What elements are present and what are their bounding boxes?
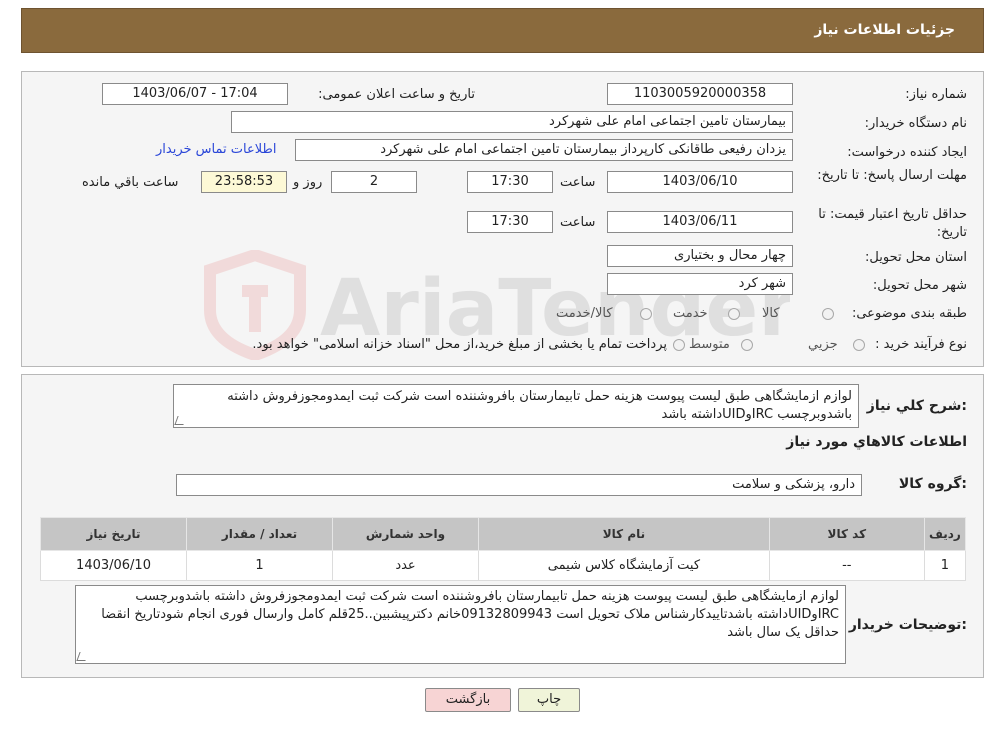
category-option-goods-service: کالا/خدمت	[556, 306, 613, 321]
resize-handle-icon[interactable]	[174, 416, 187, 425]
cell-unit: عدد	[332, 550, 479, 581]
page-header: جزئیات اطلاعات نیاز	[21, 8, 984, 53]
province-label: استان محل تحویل:	[865, 250, 967, 265]
remaining-time-field: 23:58:53	[201, 171, 287, 193]
days-field: 2	[331, 171, 417, 193]
process-label: نوع فرآیند خرید :	[875, 337, 967, 352]
description-textarea[interactable]: لوازم ازمایشگاهی طبق لیست پیوست هزینه حم…	[173, 384, 859, 428]
buyer-contact-link[interactable]: اطلاعات تماس خریدار	[156, 142, 276, 157]
deadline-time-label: ساعت	[560, 175, 596, 190]
need-number-field: 1103005920000358	[607, 83, 793, 105]
remaining-label: ساعت باقي مانده	[82, 175, 179, 190]
category-radio-goods-service[interactable]	[640, 308, 652, 320]
process-radio-minor[interactable]	[853, 339, 865, 351]
back-button[interactable]: بازگشت	[425, 688, 511, 712]
buyer-notes-text: لوازم ازمایشگاهی طبق لیست پیوست هزینه حم…	[101, 589, 839, 640]
buyer-org-field: بیمارستان تامین اجتماعی امام علی شهرکرد	[231, 111, 793, 133]
col-need-date: تاریخ نیاز	[39, 517, 188, 551]
cell-goods-code: --	[768, 550, 925, 581]
page-title: جزئیات اطلاعات نیاز	[814, 22, 955, 38]
goods-table: رديف کد کالا نام کالا واحد شمارش تعداد /…	[39, 517, 967, 581]
announce-label: تاریخ و ساعت اعلان عمومی:	[318, 87, 475, 102]
resize-handle-icon[interactable]	[76, 652, 89, 661]
validity-label: حداقل تاریخ اعتبار قیمت: تا تاریخ:	[818, 207, 967, 240]
buyer-notes-label: توضیحات خریدار:	[848, 617, 967, 633]
col-goods-code: کد کالا	[768, 517, 925, 551]
goods-group-field: دارو، پزشکی و سلامت	[176, 474, 862, 496]
print-button[interactable]: چاپ	[518, 688, 580, 712]
process-radio-medium[interactable]	[741, 339, 753, 351]
validity-date-field: 1403/06/11	[607, 211, 793, 233]
category-radio-goods[interactable]	[822, 308, 834, 320]
cell-row-number: 1	[923, 550, 967, 581]
description-label: شرح كلي نياز:	[866, 398, 967, 414]
table-header-row: رديف کد کالا نام کالا واحد شمارش تعداد /…	[39, 517, 967, 551]
province-field: چهار محال و بختیاری	[607, 245, 793, 267]
col-quantity: تعداد / مقدار	[186, 517, 334, 551]
goods-group-label: گروه كالا:	[898, 476, 967, 492]
category-option-goods: کالا	[762, 306, 780, 321]
days-label: روز و	[293, 175, 323, 190]
city-label: شهر محل تحویل:	[872, 278, 967, 293]
city-field: شهر کرد	[607, 273, 793, 295]
validity-time-label: ساعت	[560, 215, 596, 230]
cell-goods-name: کیت آزمایشگاه کلاس شیمی	[478, 550, 770, 581]
buyer-org-label: نام دستگاه خریدار:	[864, 116, 967, 131]
process-option-medium: متوسط	[689, 337, 730, 352]
deadline-label: مهلت ارسال پاسخ: تا تاریخ:	[817, 168, 967, 183]
category-radio-service[interactable]	[728, 308, 740, 320]
cell-need-date: 1403/06/10	[39, 550, 188, 581]
creator-label: ایجاد کننده درخواست:	[847, 145, 967, 160]
col-goods-name: نام کالا	[478, 517, 770, 551]
deadline-date-field: 1403/06/10	[607, 171, 793, 193]
col-row-number: رديف	[923, 517, 967, 551]
category-label: طبقه بندی موضوعی:	[851, 306, 967, 321]
process-radio-treasury[interactable]	[673, 339, 685, 351]
category-option-service: خدمت	[673, 306, 708, 321]
validity-time-field: 17:30	[467, 211, 553, 233]
goods-section-title: اطلاعات كالاهاي مورد نياز	[786, 434, 967, 450]
table-row: 1 -- کیت آزمایشگاه کلاس شیمی عدد 1 1403/…	[39, 550, 967, 581]
creator-field: یزدان رفیعی طاقانکی کارپرداز بیمارستان ت…	[295, 139, 793, 161]
need-number-label: شماره نیاز:	[905, 87, 967, 102]
deadline-time-field: 17:30	[467, 171, 553, 193]
cell-quantity: 1	[186, 550, 334, 581]
announce-field: 1403/06/07 - 17:04	[102, 83, 288, 105]
process-option-minor: جزیي	[808, 337, 838, 352]
description-text: لوازم ازمایشگاهی طبق لیست پیوست هزینه حم…	[227, 389, 852, 422]
buyer-notes-textarea[interactable]: لوازم ازمایشگاهی طبق لیست پیوست هزینه حم…	[75, 585, 846, 664]
col-unit: واحد شمارش	[332, 517, 479, 551]
process-note: پرداخت تمام یا بخشی از مبلغ خرید،از محل …	[252, 337, 667, 352]
